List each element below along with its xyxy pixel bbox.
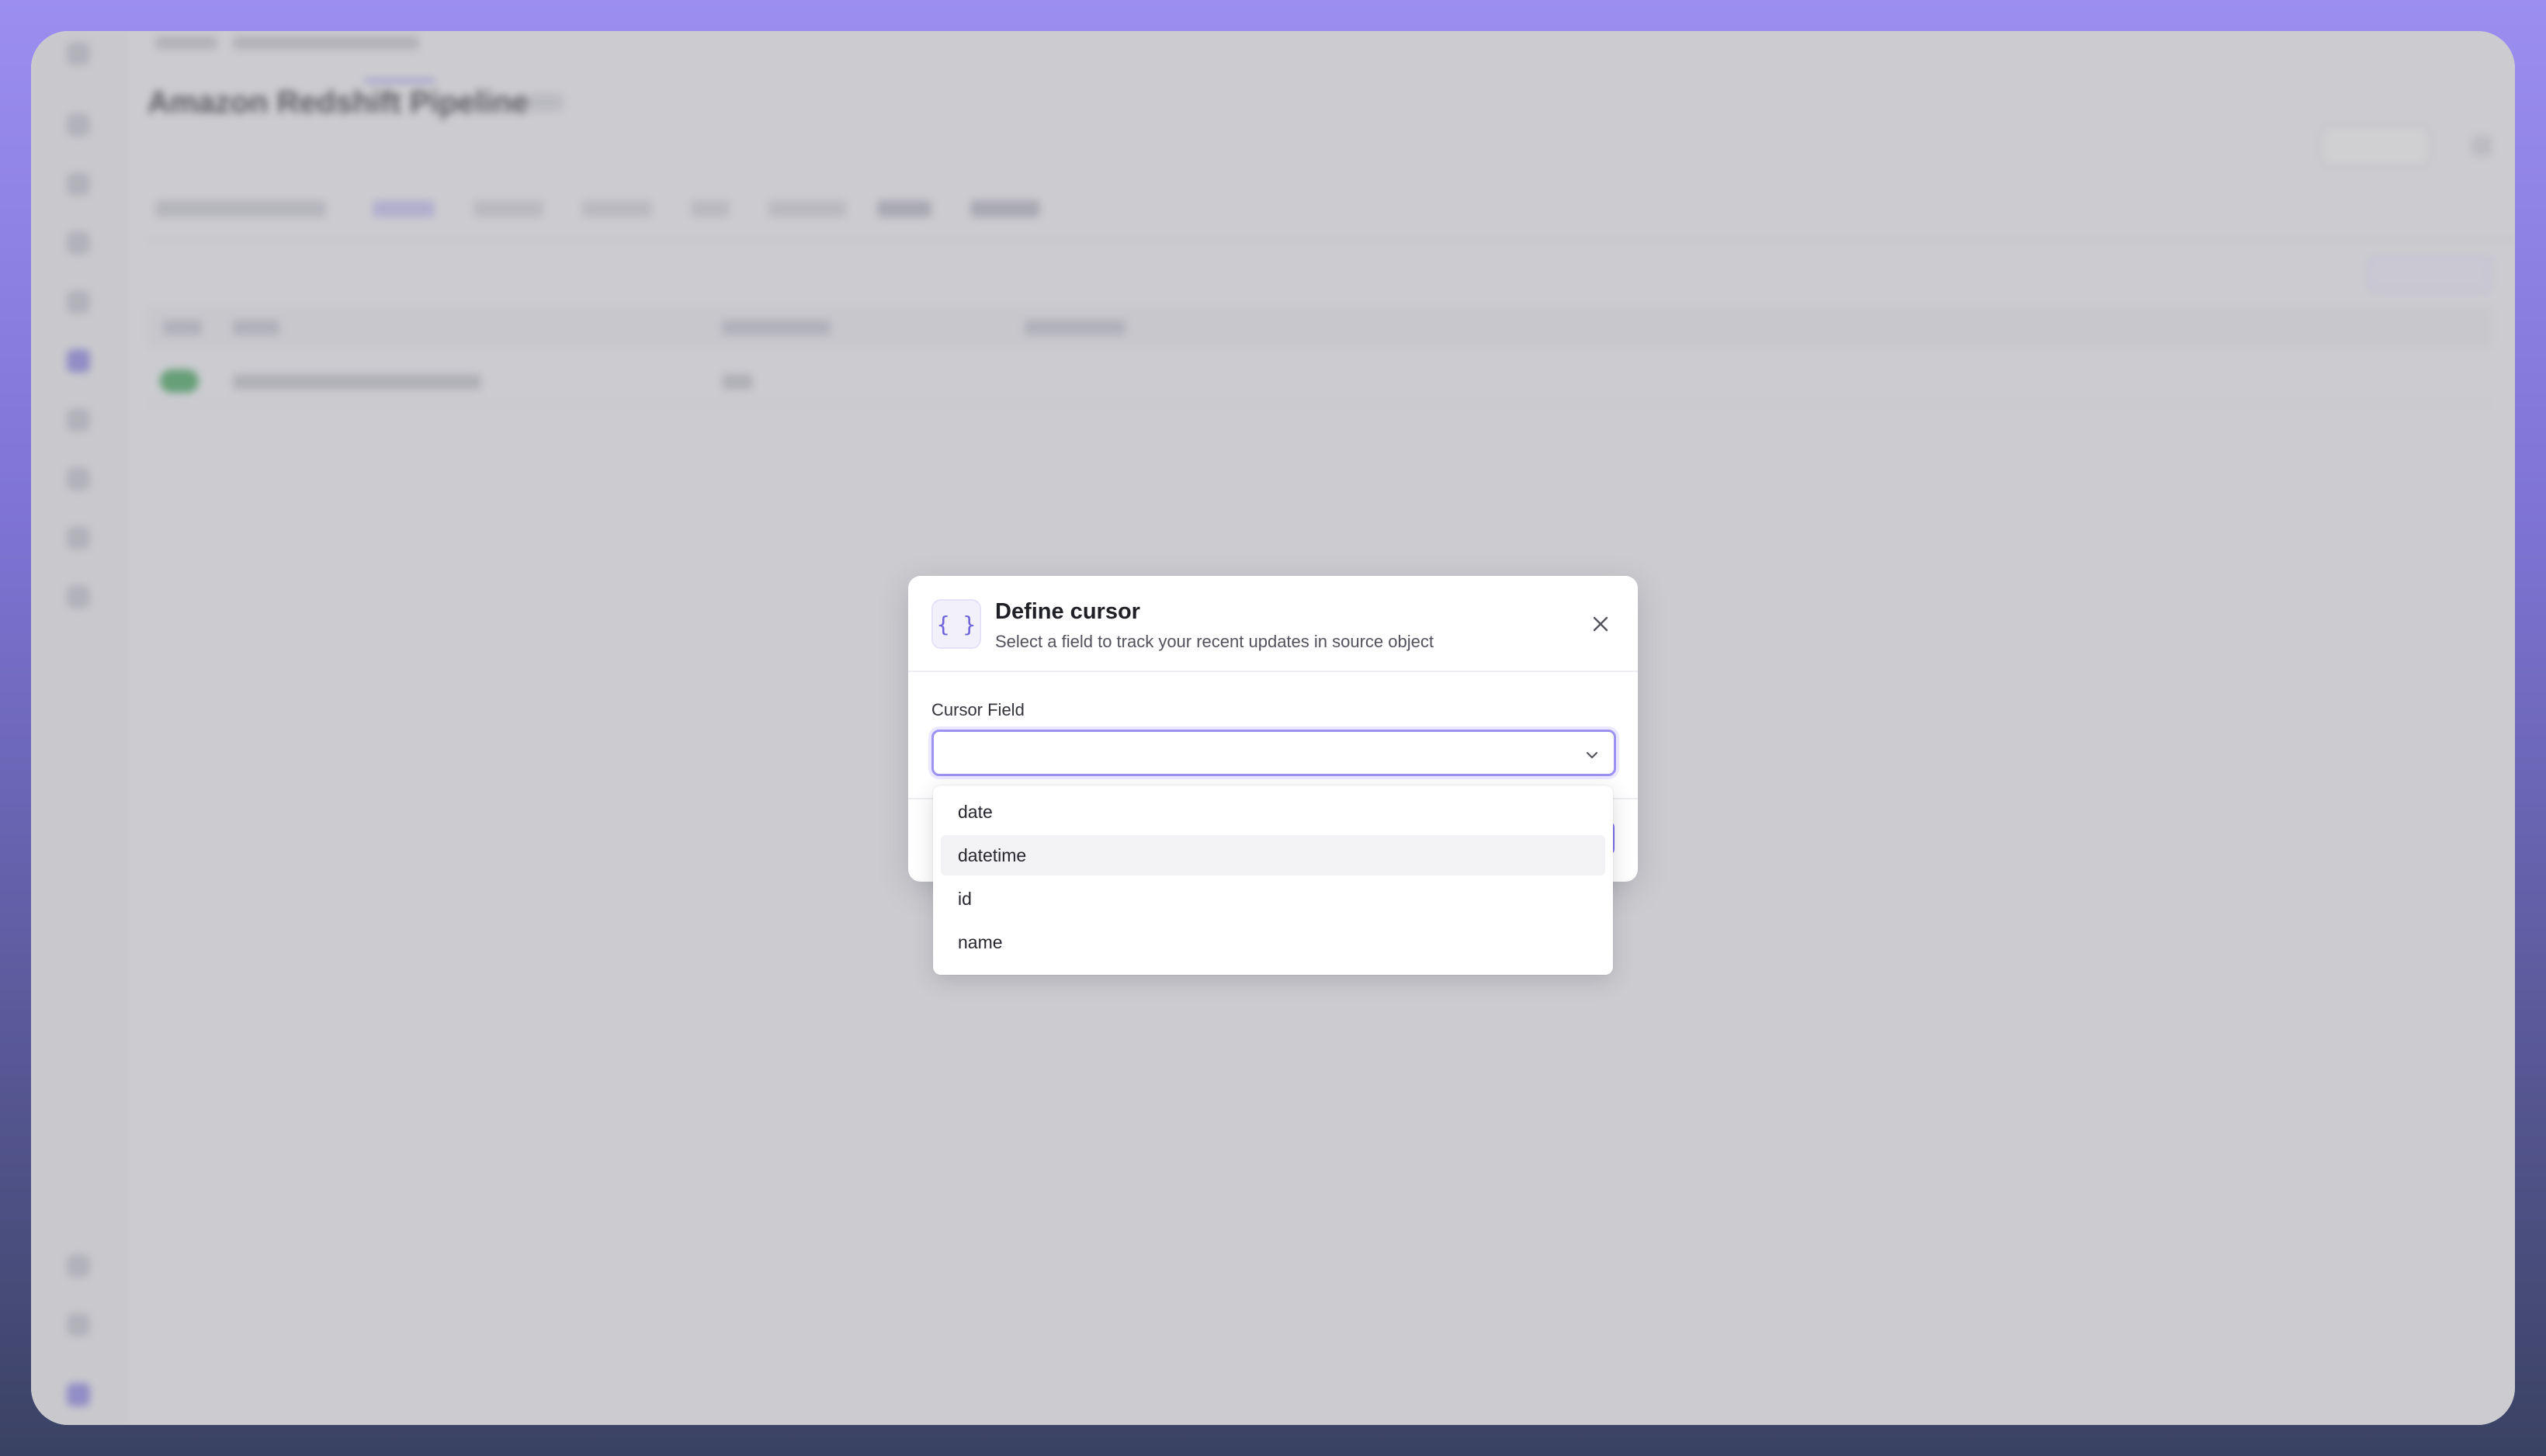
chevron-down-icon bbox=[1586, 751, 1598, 759]
close-icon bbox=[1593, 616, 1608, 632]
dialog-title: Define cursor bbox=[995, 599, 1140, 624]
option-name[interactable]: name bbox=[941, 922, 1605, 962]
option-id[interactable]: id bbox=[941, 879, 1605, 919]
divider bbox=[908, 671, 1638, 672]
cursor-field-select[interactable] bbox=[931, 730, 1616, 776]
close-button[interactable] bbox=[1587, 610, 1615, 638]
option-datetime[interactable]: datetime bbox=[941, 835, 1605, 875]
cursor-field-options: date datetime id name bbox=[933, 785, 1613, 975]
cursor-field-label: Cursor Field bbox=[931, 700, 1025, 719]
curly-braces-icon: { } bbox=[931, 599, 981, 649]
dialog-subtitle: Select a field to track your recent upda… bbox=[995, 632, 1434, 651]
option-date[interactable]: date bbox=[941, 792, 1605, 832]
